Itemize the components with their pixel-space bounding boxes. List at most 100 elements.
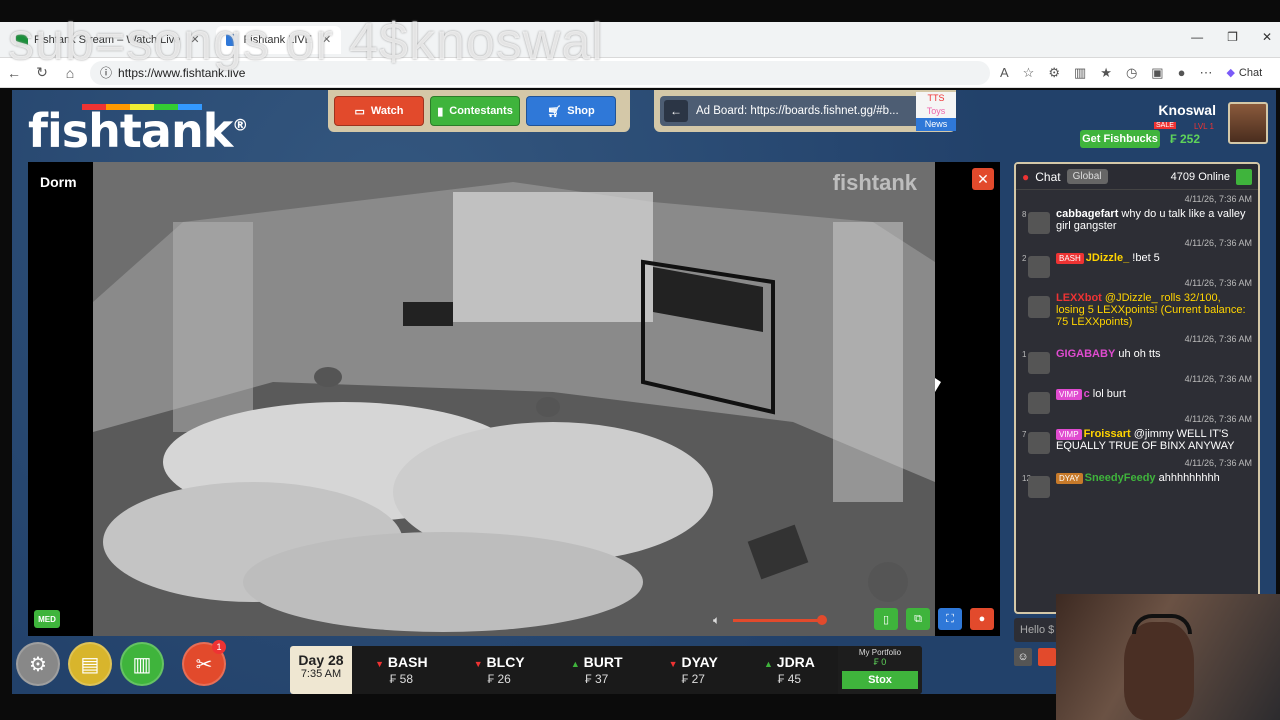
chat-message: 4/11/26, 7:36 AM 12 DYAY SneedyFeedy ahhhhh…: [1016, 454, 1258, 498]
tools-icon[interactable]: ✂ 1: [182, 640, 226, 686]
read-aloud-icon[interactable]: A: [1000, 65, 1009, 80]
close-video-button[interactable]: ✕: [972, 168, 994, 190]
portfolio-value: ₣ 0: [873, 657, 887, 667]
message-author[interactable]: Froissart: [1084, 428, 1131, 440]
stock-item[interactable]: ▼ BASH ₣ 58: [375, 654, 427, 686]
chat-message: 4/11/26, 7:36 AM LEXXbot @JDizzle_ rolls …: [1016, 274, 1258, 330]
treasure-icon[interactable]: ▤: [68, 642, 112, 686]
toys-tab[interactable]: Toys: [916, 104, 956, 118]
window-controls: — ❐ ✕: [1191, 30, 1272, 44]
message-avatar[interactable]: [1028, 296, 1050, 318]
quality-toggle[interactable]: MED: [34, 610, 60, 628]
streamer-figure: [1124, 622, 1194, 720]
cast-icon[interactable]: ⧉: [906, 608, 930, 630]
url-field[interactable]: ⓘ https://www.fishtank.live: [90, 60, 990, 85]
contestants-button[interactable]: ▮ Contestants: [430, 96, 520, 126]
tts-tab[interactable]: TTS: [916, 91, 956, 105]
fishbucks-balance: ₣ 252: [1170, 132, 1201, 146]
portfolio-label: My Portfolio: [858, 648, 902, 657]
settings-gear-icon[interactable]: ⚙: [16, 642, 60, 686]
chat-bubble-icon: ●: [1022, 169, 1030, 184]
message-author[interactable]: GIGABABY: [1056, 348, 1115, 360]
user-avatar[interactable]: [1228, 102, 1268, 144]
url-text: https://www.fishtank.live: [118, 65, 246, 80]
stock-symbol: BLCY: [486, 654, 525, 670]
send-icon[interactable]: [1038, 648, 1056, 666]
history-icon[interactable]: ◷: [1126, 65, 1137, 81]
message-author[interactable]: JDizzle_: [1086, 252, 1129, 264]
browser-tab[interactable]: Fishtank Stream – Watch Live ✕: [6, 26, 210, 54]
record-icon[interactable]: ●: [970, 608, 994, 630]
ad-back-arrow-icon[interactable]: ←: [664, 100, 688, 122]
address-bar: ← ↻ ⌂ ⓘ https://www.fishtank.live A ☆ ⚙ …: [0, 58, 1280, 88]
message-author[interactable]: c: [1084, 388, 1090, 400]
contestants-label: Contestants: [449, 105, 513, 117]
shop-button[interactable]: 🛒︎ Shop: [526, 96, 616, 126]
chat-settings-icon[interactable]: [1236, 168, 1252, 185]
maximize-icon[interactable]: ❐: [1227, 30, 1238, 44]
profile-icon[interactable]: ●: [1178, 65, 1186, 80]
username[interactable]: Knoswal: [1158, 102, 1216, 118]
sale-badge: SALE: [1154, 122, 1176, 129]
headphones-icon: [1132, 614, 1192, 634]
volume-icon[interactable]: 🔈︎: [713, 613, 720, 628]
browser-tab-bar: Fishtank Stream – Watch Live ✕ Fishtank …: [0, 22, 1280, 58]
stock-symbol: BURT: [583, 654, 623, 670]
window-close-icon[interactable]: ✕: [1262, 30, 1272, 44]
stox-button[interactable]: Stox: [842, 671, 918, 689]
stock-item[interactable]: ▲ JDRA ₣ 45: [764, 654, 815, 686]
streamer-webcam: [1056, 594, 1280, 720]
message-author[interactable]: cabbagefart: [1056, 208, 1118, 220]
copilot-icon: ◆: [1226, 67, 1235, 79]
tab-close-icon[interactable]: ✕: [190, 33, 199, 46]
reload-icon[interactable]: ↻: [28, 64, 56, 81]
message-author[interactable]: SneedyFeedy: [1085, 472, 1156, 484]
chat-messages[interactable]: 4/11/26, 7:36 AM 8 cabbagefart why do u ta…: [1016, 190, 1258, 498]
tab-close-icon[interactable]: ✕: [322, 33, 331, 46]
chat-header: ● Chat Global 4709 Online: [1016, 164, 1258, 190]
message-text: uh oh tts: [1118, 348, 1161, 360]
stock-item[interactable]: ▲ BURT ₣ 37: [571, 654, 623, 686]
message-tag: BASH: [1056, 253, 1084, 264]
ad-board-text[interactable]: Ad Board: https://boards.fishnet.gg/#b..…: [696, 105, 916, 117]
watch-button[interactable]: ▭ Watch: [334, 96, 424, 126]
message-avatar[interactable]: [1028, 212, 1050, 234]
emoji-icon[interactable]: ☺: [1014, 648, 1032, 666]
stock-item[interactable]: ▼ BLCY ₣ 26: [474, 654, 525, 686]
browser-tab-active[interactable]: Fishtank LIVE ✕: [215, 25, 342, 54]
message-avatar[interactable]: [1028, 476, 1050, 498]
down-arrow-icon: ▼: [668, 659, 678, 669]
camera-feed[interactable]: fishtank 🔈︎: [93, 162, 935, 636]
site-logo[interactable]: fishtank®: [28, 104, 248, 158]
message-tag: DYAY: [1056, 473, 1083, 484]
split-screen-icon[interactable]: ▥: [1074, 65, 1086, 81]
clip-icon[interactable]: ▯: [874, 608, 898, 630]
logo-mark: ®: [232, 115, 248, 135]
news-tab[interactable]: News: [916, 117, 956, 131]
volume-slider[interactable]: [733, 615, 827, 625]
bottom-action-icons: ⚙ ▤ ▥ ✂ 1: [16, 640, 226, 686]
minimize-icon[interactable]: —: [1191, 30, 1203, 44]
site-info-icon[interactable]: ⓘ: [100, 64, 112, 81]
stock-symbol: BASH: [387, 654, 428, 670]
stock-value: ₣ 37: [584, 672, 609, 686]
favorites-icon[interactable]: ★: [1100, 65, 1112, 81]
fullscreen-icon[interactable]: ⛶: [938, 608, 962, 630]
collections-icon[interactable]: ▣: [1151, 65, 1163, 81]
message-avatar[interactable]: [1028, 432, 1050, 454]
room-name: Dorm: [40, 174, 77, 190]
cards-icon[interactable]: ▥: [120, 642, 164, 686]
home-icon[interactable]: ⌂: [56, 65, 84, 81]
stock-item[interactable]: ▼ DYAY ₣ 27: [669, 654, 718, 686]
extension-icon[interactable]: ⚙: [1048, 65, 1060, 81]
stock-value: ₣ 45: [777, 672, 802, 686]
back-icon[interactable]: ←: [0, 65, 28, 81]
message-author[interactable]: LEXXbot: [1056, 292, 1102, 304]
favorite-star-icon[interactable]: ☆: [1023, 65, 1035, 81]
more-menu-icon[interactable]: ⋯: [1199, 65, 1212, 81]
top-nav: ▭ Watch ▮ Contestants 🛒︎ Shop: [328, 90, 630, 132]
copilot-chat-button[interactable]: ◆ Chat: [1226, 66, 1262, 80]
get-fishbucks-button[interactable]: Get Fishbucks: [1080, 130, 1160, 148]
time-label: 7:35 AM: [300, 668, 342, 680]
global-channel-button[interactable]: Global: [1066, 169, 1108, 184]
